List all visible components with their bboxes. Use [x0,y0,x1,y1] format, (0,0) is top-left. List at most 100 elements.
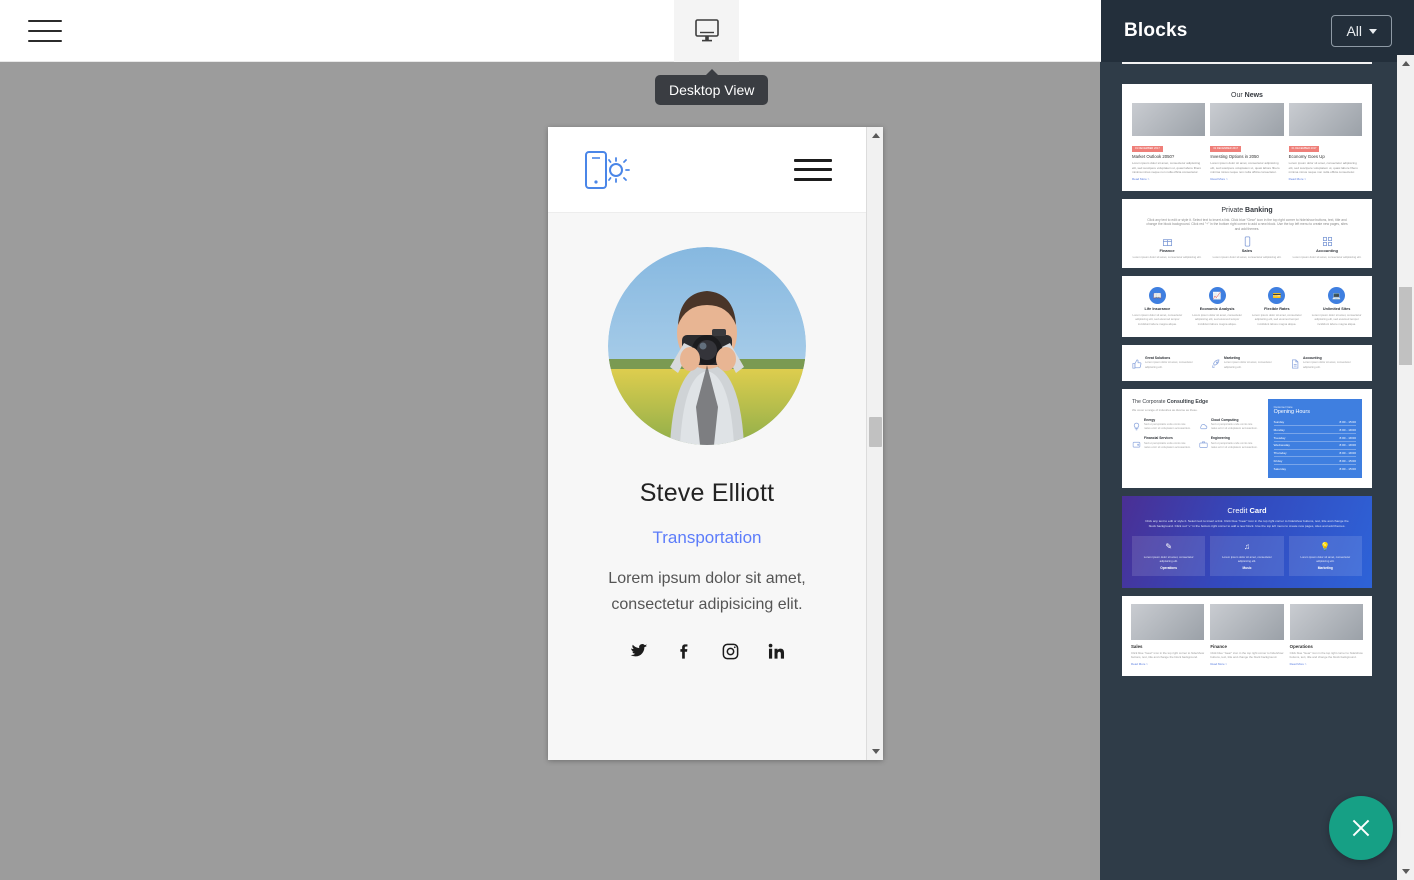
card-image [1288,103,1362,136]
avatar [608,247,806,445]
phone-sun-logo-icon[interactable] [582,148,634,192]
card-link[interactable]: Read More > [1290,662,1363,666]
panel-scroll-down-button[interactable] [1397,863,1414,880]
block-title: Credit Card [1227,506,1267,516]
image-card[interactable]: Operations Click blue "Gear" icon in the… [1289,603,1363,666]
card-image [1131,603,1205,640]
card-title: Market Outlook 2050? [1132,154,1175,159]
preview-scrollbar[interactable] [866,127,883,760]
arrow-up-icon [871,133,880,138]
card-title: Operations [1289,643,1313,649]
news-card[interactable]: 01 DECEMBER 2017 Economy Goes Up Lorem i… [1288,103,1362,181]
gradient-card[interactable]: ♫ Lorem ipsum dolor sit amet, consectetu… [1210,535,1284,576]
linkedin-icon[interactable] [766,642,786,662]
preview-scroll-up-button[interactable] [867,127,883,144]
preview-scroll-thumb[interactable] [869,417,882,447]
phone-icon [1210,236,1284,247]
pen-icon: ✎ [1165,541,1173,551]
block-thumbnail-our-news[interactable]: Our News 01 DECEMBER 2017 Market Outlook… [1122,84,1372,191]
image-card[interactable]: Finance Click blue "Gear" icon in the to… [1210,603,1284,666]
feature-column: Sales Lorem ipsum dolor sit amet, consec… [1210,236,1284,259]
bulb-icon: 💡 [1320,541,1331,551]
block-thumbnail-three-row-icons[interactable]: Great Solutions Lorem ipsum dolor sit am… [1122,344,1372,381]
column-text: Lorem ipsum dolor sit amet, consectetur … [1212,254,1282,259]
music-icon: ♫ [1243,541,1250,551]
row-item: Accounting Lorem ipsum dolor sit amet, c… [1290,356,1362,370]
news-card[interactable]: 01 DECEMBER 2017 Investing Options in 20… [1210,103,1284,181]
feature-column: Accounting Lorem ipsum dolor sit amet, c… [1290,237,1364,259]
service-text: Sed ut perspiciatis unde omnis iste natu… [1210,423,1258,431]
gradient-card[interactable]: ✎ Lorem ipsum dolor sit amet, consectetu… [1132,535,1206,576]
blocks-list[interactable]: 01. Strategy Lorem ipsum dolor sit amet,… [1100,62,1397,880]
card-text: Click blue "Gear" icon in the top right … [1210,650,1284,660]
wallet-icon [1132,436,1141,448]
block-subtitle: Click any text to edit or style it. Sele… [1146,217,1348,232]
block-thumbnail-numbered-services[interactable]: 01. Strategy Lorem ipsum dolor sit amet,… [1122,62,1372,64]
card-title: Economy Goes Up [1288,154,1325,159]
arrow-down-icon [1401,869,1410,874]
service-text: Sed ut perspiciatis unde omnis iste natu… [1210,441,1258,449]
service-title: Cloud Computing [1210,417,1239,422]
block-thumbnail-consulting-edge[interactable]: The Corporate Consulting Edge We cover a… [1122,388,1372,489]
close-x-icon [1352,819,1370,837]
briefcase-icon [1199,436,1208,449]
social-links [570,642,844,662]
hours-row: Monday 8:00 - 18:00 [1273,426,1356,435]
card-link[interactable]: Read More > [1131,662,1204,666]
profile-role-link[interactable]: Transportation [570,528,844,548]
close-panel-button[interactable] [1329,796,1393,860]
feature-text: Lorem ipsum dolor sit amet, consectetur … [1192,313,1242,326]
desktop-view-button[interactable] [674,0,739,62]
news-card[interactable]: 01 DECEMBER 2017 Market Outlook 2050? Lo… [1132,103,1206,181]
gradient-card[interactable]: 💡 Lorem ipsum dolor sit amet, consectetu… [1288,535,1362,576]
card-text: Lorem ipsum dolor sit amet, consectetur … [1288,161,1358,174]
card-image [1210,603,1284,640]
card-link[interactable]: Read More > [1132,177,1205,181]
feature-title: Economic Analysis [1199,307,1235,311]
card-title: Investing Options in 2050 [1210,154,1259,159]
preview-menu-icon[interactable] [794,158,832,181]
feature-item: 💳 Flexible Rates Lorem ipsum dolor sit a… [1250,287,1305,326]
desktop-monitor-icon [694,19,719,42]
column-title: Accounting [1316,248,1338,254]
twitter-icon[interactable] [628,642,648,662]
feature-title: Flexible Rates [1264,307,1290,311]
card-title: Marketing [1317,565,1333,570]
hours-kicker: Customer Care [1273,404,1293,409]
main-menu-icon[interactable] [28,18,62,44]
blocks-panel-scrollbar[interactable] [1397,55,1414,880]
feature-title: Life Insurance [1144,307,1171,311]
panel-scroll-up-button[interactable] [1397,55,1414,72]
facebook-icon[interactable] [674,642,694,662]
image-card[interactable]: Sales Click blue "Gear" icon in the top … [1131,603,1205,666]
instagram-icon[interactable] [720,642,740,662]
hours-row: Wednesday 8:00 - 18:00 [1273,442,1356,450]
card-title: Music [1242,565,1252,570]
block-thumbnail-credit-card[interactable]: Credit Card Click any text to edit or st… [1122,496,1372,588]
chevron-down-icon [1369,28,1377,34]
preview-scroll-down-button[interactable] [867,743,883,760]
card-link[interactable]: Read More > [1289,177,1362,181]
service-item: Financial Services Sed ut perspiciatis u… [1132,436,1193,450]
card-title: Finance [1210,643,1227,649]
card-link[interactable]: Read More > [1210,177,1283,181]
block-subtitle: Click any text to edit or style it. Sele… [1145,519,1349,528]
panel-scroll-thumb[interactable] [1399,287,1412,365]
block-subtitle: We cover a range of industries as divers… [1132,407,1198,412]
feature-item: 📖 Life Insurance Lorem ipsum dolor sit a… [1130,287,1185,326]
service-item: Engineering Sed ut perspiciatis unde omn… [1199,436,1260,450]
service-item: Energy Sed ut perspiciatis unde omnis is… [1132,418,1193,432]
block-thumbnail-image-cards[interactable]: Sales Click blue "Gear" icon in the top … [1122,595,1372,676]
card-image [1210,103,1284,136]
block-thumbnail-private-banking[interactable]: Private Banking Click any text to edit o… [1122,198,1372,268]
preview-content: Steve Elliott Transportation Lorem ipsum… [548,127,866,760]
card-link[interactable]: Read More > [1210,662,1283,666]
block-thumbnail-four-features[interactable]: 📖 Life Insurance Lorem ipsum dolor sit a… [1122,276,1372,337]
card-date-badge: 01 DECEMBER 2017 [1132,145,1163,152]
monitor-icon: 💻 [1328,287,1346,304]
preview-navbar [548,127,866,213]
category-filter-dropdown[interactable]: All [1331,15,1392,47]
column-text: Lorem ipsum dolor sit amet, consectetur … [1292,254,1362,259]
blocks-panel-header: Blocks All [1100,0,1414,62]
hours-title: Opening Hours [1273,408,1310,415]
